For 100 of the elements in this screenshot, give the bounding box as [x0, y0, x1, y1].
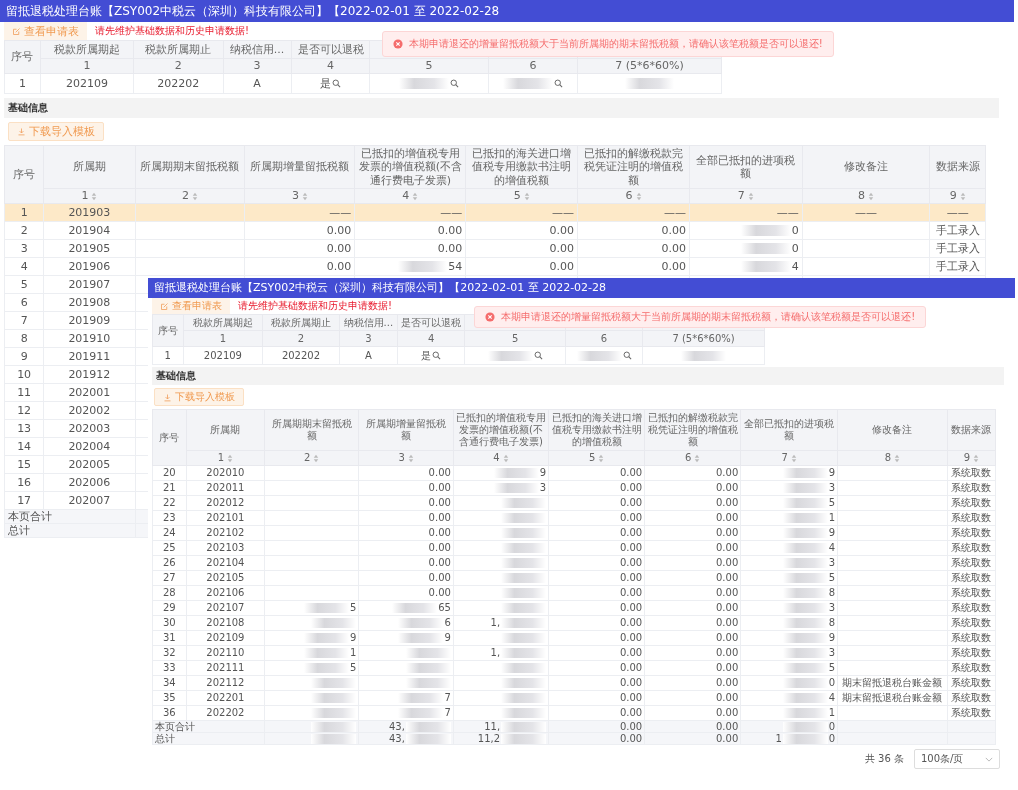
search-icon[interactable]	[332, 79, 342, 88]
cell-text: 是	[320, 78, 332, 89]
table-cell: 手工录入	[929, 221, 986, 240]
table-row[interactable]: 4 201906 0.00 54 0.00 0.00 4 手工录入	[4, 257, 986, 276]
table-row[interactable]: 33 202111 5 0.00 0.00 5 系统取数	[152, 660, 996, 676]
table-row[interactable]: 24 202102 0.00 0.00 0.00 9 系统取数	[152, 525, 996, 541]
cell-text: 1	[775, 733, 782, 744]
sort-icon[interactable]	[868, 191, 875, 201]
search-icon[interactable]	[432, 351, 442, 360]
redacted-block	[741, 225, 791, 236]
table-row[interactable]: 36 202202 7 0.00 0.00 1 系统取数	[152, 705, 996, 721]
redacted-block	[501, 558, 547, 568]
table-row[interactable]: 23 202101 0.00 0.00 0.00 1 系统取数	[152, 510, 996, 526]
table-cell: 15	[4, 455, 44, 474]
redacted-block	[405, 721, 451, 732]
redacted-block	[501, 663, 547, 673]
table-cell: 0.00	[358, 525, 454, 541]
sort-icon[interactable]	[635, 191, 642, 201]
table-row[interactable]: 2 201904 0.00 0.00 0.00 0.00 0 手工录入	[4, 221, 986, 240]
column-header: 序号	[4, 40, 41, 74]
table-cell: 0.00	[548, 705, 645, 721]
table-row[interactable]: 30 202108 6 1, 0.00 0.00 8 系统取数	[152, 615, 996, 631]
table-cell: 0.00	[548, 495, 645, 511]
table-cell: 21	[152, 480, 187, 496]
edit-icon	[12, 26, 21, 36]
column-header: 是否可以退税	[291, 40, 370, 59]
column-header: 全部已抵扣的进项税额	[740, 409, 838, 451]
sort-icon[interactable]	[523, 191, 530, 201]
table-row[interactable]: 22 202012 0.00 0.00 0.00 5 系统取数	[152, 495, 996, 511]
table-cell: 201911	[43, 347, 135, 366]
column-number: 6	[685, 452, 692, 463]
table-cell: 10	[4, 365, 44, 384]
table-row[interactable]: 29 202107 5 65 0.00 0.00 3 系统取数	[152, 600, 996, 616]
sort-icon[interactable]	[959, 191, 966, 201]
cell-text: 8	[828, 618, 836, 628]
redacted-block	[576, 350, 622, 361]
table-cell: 201910	[43, 329, 135, 348]
table-cell: 26	[152, 555, 187, 571]
sort-icon[interactable]	[747, 191, 754, 201]
search-icon[interactable]	[622, 351, 632, 360]
table-row[interactable]: 21 202011 0.00 3 0.00 0.00 3 系统取数	[152, 480, 996, 496]
table-row[interactable]: 1 201903 —— —— —— —— —— —— ——	[4, 203, 986, 222]
sort-icon[interactable]	[191, 191, 198, 201]
table-row[interactable]: 20 202010 0.00 9 0.00 0.00 9 系统取数	[152, 465, 996, 481]
column-number: 2	[181, 189, 189, 203]
table-row[interactable]: 28 202106 0.00 0.00 0.00 8 系统取数	[152, 585, 996, 601]
table-cell: 28	[152, 585, 187, 601]
sort-icon[interactable]	[412, 191, 419, 201]
sort-icon[interactable]	[407, 453, 414, 463]
sort-icon[interactable]	[227, 453, 234, 463]
redacted-block	[782, 588, 828, 598]
table-cell: 0.00	[465, 221, 578, 240]
table-cell: 202110	[186, 645, 265, 661]
sort-icon[interactable]	[973, 453, 979, 463]
sort-icon[interactable]	[694, 453, 701, 463]
sort-icon[interactable]	[301, 191, 308, 201]
total-count: 共 36 条	[864, 752, 904, 766]
redacted-block	[782, 483, 828, 493]
sort-icon[interactable]	[790, 453, 797, 463]
column-number: 4	[493, 452, 500, 463]
table-cell: 0.00	[244, 221, 355, 240]
redacted-block	[782, 543, 828, 553]
column-number: 5	[513, 189, 521, 203]
table-cell: 201905	[43, 239, 135, 258]
table-row[interactable]: 26 202104 0.00 0.00 0.00 3 系统取数	[152, 555, 996, 571]
column-header: 已抵扣的解缴税款完税凭证注明的增值税额	[644, 409, 741, 451]
column-number: 7	[781, 452, 788, 463]
table-cell: 17	[4, 491, 44, 510]
cell-text: 3	[828, 558, 836, 568]
page-size-select[interactable]: 100条/页	[914, 749, 1000, 769]
table-cell: 0.00	[644, 480, 741, 496]
cell-text: 5	[828, 498, 836, 508]
sort-icon[interactable]	[502, 453, 509, 463]
table-row[interactable]: 34 202112 0.00 0.00 0 期末留抵退税台账金额 系统取数	[152, 675, 996, 691]
redacted-block	[405, 678, 451, 688]
cell-text: 43,	[388, 721, 405, 732]
table-row[interactable]: 25 202103 0.00 0.00 0.00 4 系统取数	[152, 540, 996, 556]
redacted-block	[493, 468, 539, 478]
table-row[interactable]: 3 201905 0.00 0.00 0.00 0.00 0 手工录入	[4, 239, 986, 258]
cell-text: 9	[828, 468, 836, 478]
search-icon[interactable]	[449, 79, 459, 88]
sort-icon[interactable]	[91, 191, 98, 201]
table-row[interactable]: 35 202201 7 0.00 0.00 4 期末留抵退税台账金额 系统取数	[152, 690, 996, 706]
table-cell: 0.00	[358, 555, 454, 571]
sort-icon[interactable]	[894, 453, 901, 463]
table-cell: 0.00	[644, 675, 741, 691]
table-cell: 0.00	[577, 221, 690, 240]
table-row[interactable]: 31 202109 9 9 0.00 0.00 9 系统取数	[152, 630, 996, 646]
table-row[interactable]: 27 202105 0.00 0.00 0.00 5 系统取数	[152, 570, 996, 586]
cell-text: 11,	[484, 721, 501, 732]
sort-icon[interactable]	[598, 453, 605, 463]
table-row[interactable]: 32 202110 1 1, 0.00 0.00 3 系统取数	[152, 645, 996, 661]
cell-text: 1	[828, 708, 836, 718]
cell-text: 1	[350, 648, 357, 658]
sort-icon[interactable]	[313, 453, 320, 463]
search-icon[interactable]	[553, 79, 563, 88]
edit-icon	[160, 301, 169, 311]
table-cell: 0.00	[644, 585, 741, 601]
search-icon[interactable]	[533, 351, 543, 360]
caret-icon	[985, 756, 993, 762]
